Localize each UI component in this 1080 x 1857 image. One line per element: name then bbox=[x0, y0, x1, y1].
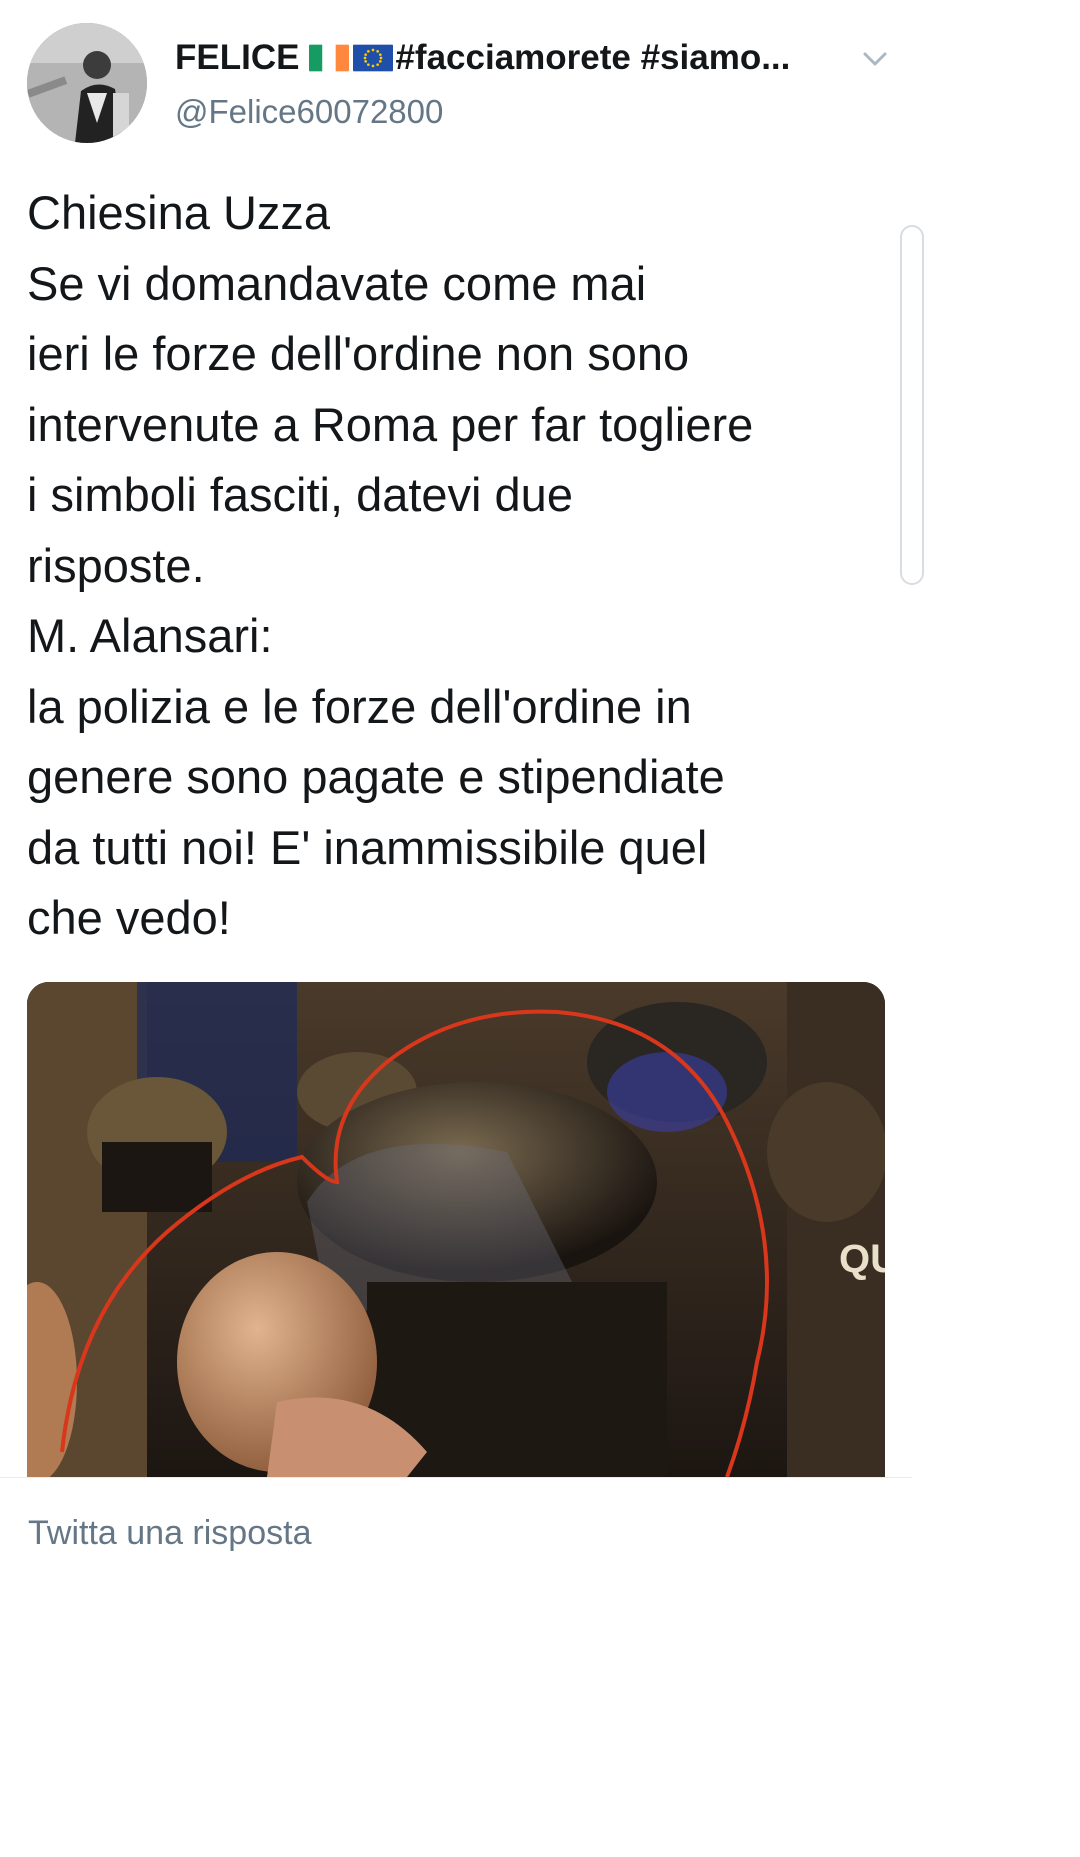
reply-input[interactable]: Twitta una risposta bbox=[28, 1514, 311, 1553]
flag-eu-icon bbox=[353, 43, 394, 73]
chevron-down-icon[interactable] bbox=[858, 44, 892, 74]
flag-ireland-icon bbox=[309, 43, 350, 73]
author-name-row[interactable]: FELICE #facciamorete #siamo... bbox=[175, 34, 845, 82]
tweet-text-line: ieri le forze dell'ordine non sono bbox=[27, 327, 690, 380]
tweet-text-line: i simboli fasciti, datevi due bbox=[27, 468, 573, 521]
tweet-text-line: M. Alansari: bbox=[27, 609, 273, 662]
author-handle[interactable]: @Felice60072800 bbox=[175, 93, 443, 131]
tweet-photo[interactable]: QU bbox=[27, 982, 885, 1477]
author-display-name: FELICE bbox=[175, 38, 300, 77]
tweet-text-line: intervenute a Roma per far togliere bbox=[27, 397, 754, 451]
tweet-text-line: Chiesina Uzza bbox=[27, 186, 331, 239]
tweet-text-line: da tutti noi! E' inammissibile quel bbox=[27, 820, 708, 874]
tweet-text-line: che vedo! bbox=[27, 891, 231, 944]
avatar-photo bbox=[27, 23, 147, 143]
reply-bar: Twitta una risposta bbox=[0, 1477, 912, 1569]
shield-text: QU bbox=[839, 1237, 885, 1281]
author-name-hashtags: #facciamorete #siamo... bbox=[395, 38, 791, 77]
tweet-text-line: la polizia e le forze dell'ordine in bbox=[27, 679, 692, 733]
scrollbar-edge bbox=[900, 225, 924, 585]
avatar[interactable] bbox=[27, 23, 147, 143]
tweet-text-line: genere sono pagate e stipendiate bbox=[27, 750, 725, 803]
tweet-text-line: Se vi domandavate come mai bbox=[27, 256, 647, 310]
tweet-text-line: risposte. bbox=[27, 538, 205, 592]
tweet-text: Chiesina Uzza Se vi domandavate come mai… bbox=[27, 178, 897, 954]
